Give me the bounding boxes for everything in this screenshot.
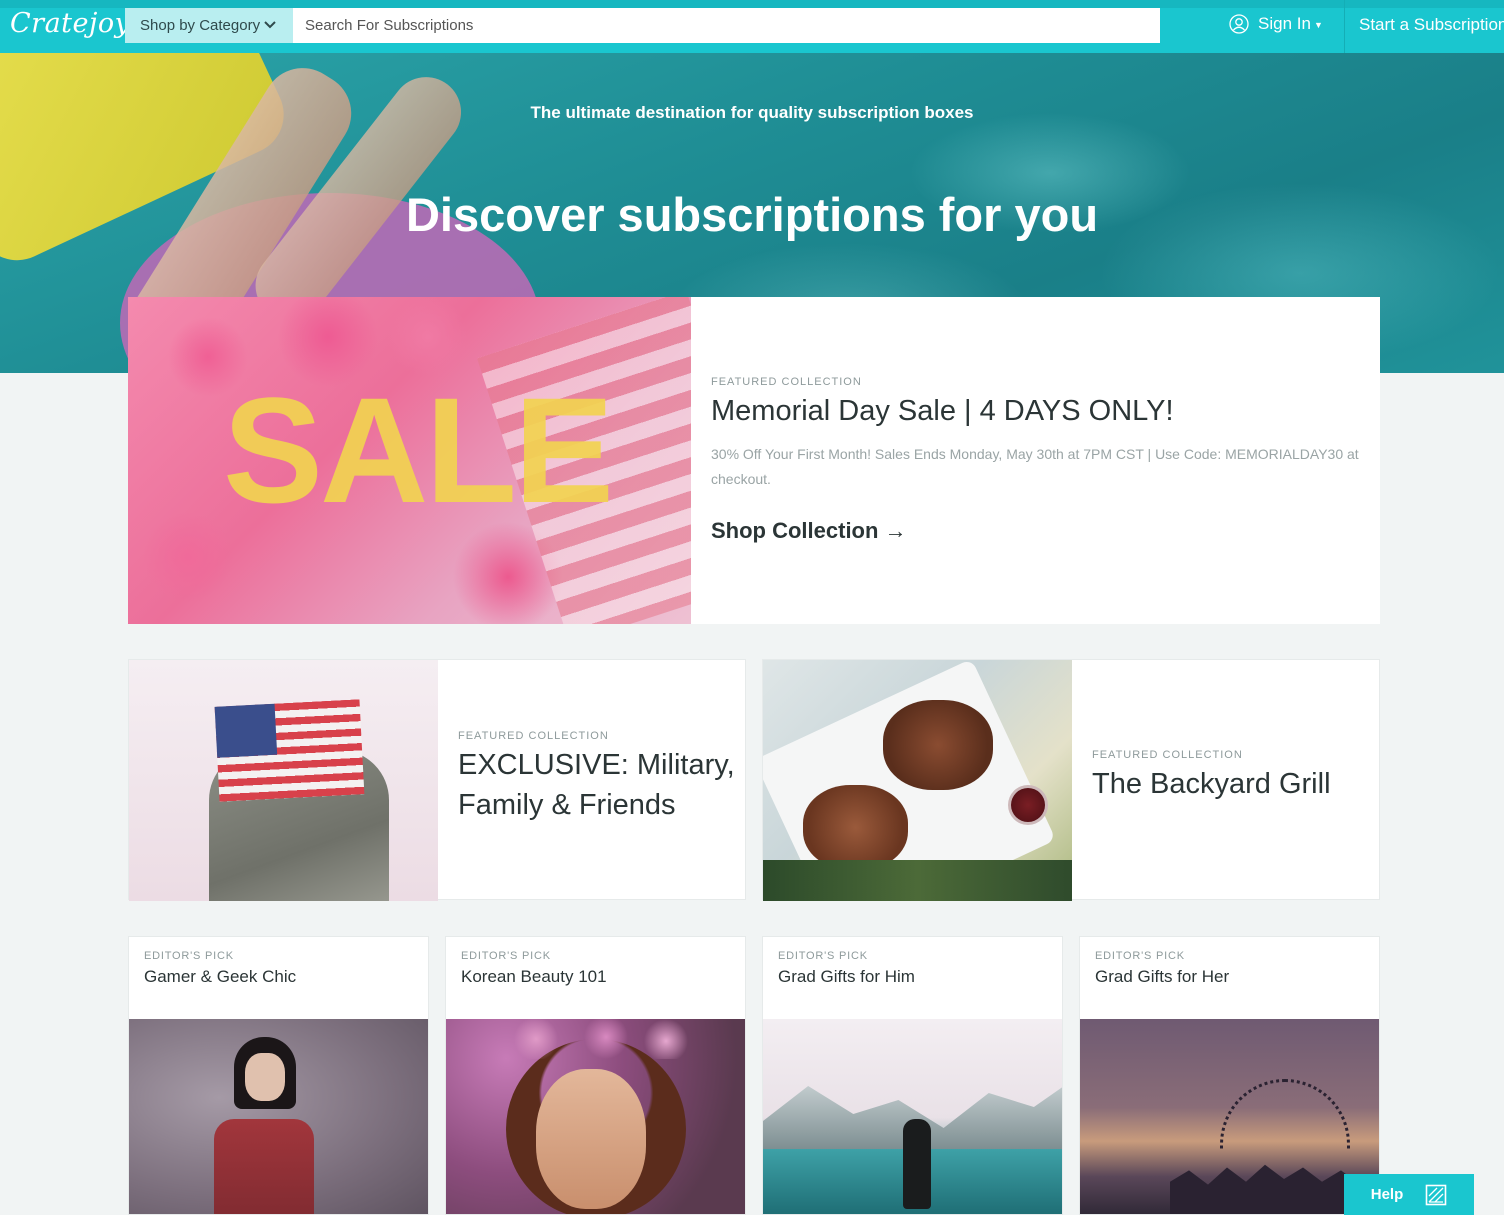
gamer-image — [129, 1019, 428, 1214]
backyard-grill-image — [763, 660, 1072, 901]
featured-title: Memorial Day Sale | 4 DAYS ONLY! — [711, 395, 1174, 427]
start-subscription-link[interactable]: Start a Subscription — [1359, 15, 1504, 35]
shop-collection-link[interactable]: Shop Collection → — [711, 518, 906, 544]
steak — [803, 785, 908, 870]
cratejoy-logo[interactable]: Cratejoy — [10, 8, 130, 39]
grad-her-image — [1080, 1019, 1379, 1214]
card-title: Grad Gifts for Him — [778, 967, 915, 986]
shop-by-category-dropdown[interactable]: Shop by Category — [125, 8, 293, 43]
help-button[interactable]: Help — [1344, 1174, 1474, 1215]
help-widget-icon — [1425, 1184, 1447, 1205]
card-eyebrow: EDITOR'S PICK — [144, 950, 234, 962]
steak — [883, 700, 993, 790]
card-eyebrow: EDITOR'S PICK — [1095, 950, 1185, 962]
editors-pick-card-korean-beauty[interactable]: EDITOR'S PICK Korean Beauty 101 — [445, 936, 746, 1215]
card-eyebrow: EDITOR'S PICK — [778, 950, 868, 962]
featured-collection-card-grill[interactable]: FEATURED COLLECTION The Backyard Grill — [762, 659, 1380, 901]
wine-glass — [1008, 785, 1048, 825]
hero-title: Discover subscriptions for you — [405, 188, 1099, 241]
user-icon — [1229, 14, 1249, 34]
card-eyebrow: FEATURED COLLECTION — [1092, 749, 1243, 761]
card-title: Korean Beauty 101 — [461, 967, 607, 986]
military-flag-image — [129, 660, 438, 901]
card-title: Grad Gifts for Her — [1095, 967, 1230, 986]
grad-him-image — [763, 1019, 1062, 1214]
nav-divider — [1344, 0, 1345, 53]
card-title: EXCLUSIVE: Military, Family & Friends — [458, 749, 735, 821]
top-nav: Cratejoy Shop by Category Sign In ▼ Star… — [0, 0, 1504, 53]
sign-in-menu[interactable]: Sign In ▼ — [1229, 14, 1323, 34]
editors-pick-card-grad-him[interactable]: EDITOR'S PICK Grad Gifts for Him — [762, 936, 1063, 1215]
us-flag — [214, 699, 365, 802]
memorial-day-sale-image: SALE — [128, 297, 691, 624]
arrow-right-icon: → — [884, 518, 907, 543]
featured-eyebrow: FEATURED COLLECTION — [711, 376, 862, 388]
hero-tagline: The ultimate destination for quality sub… — [530, 103, 974, 122]
help-label: Help — [1370, 1186, 1404, 1203]
card-eyebrow: EDITOR'S PICK — [461, 950, 551, 962]
featured-collection-card-main[interactable]: SALE FEATURED COLLECTION Memorial Day Sa… — [128, 297, 1380, 624]
chevron-down-icon — [264, 21, 276, 29]
shop-collection-label: Shop Collection — [711, 518, 879, 543]
sign-in-label: Sign In — [1258, 14, 1311, 33]
editors-pick-card-gamer[interactable]: EDITOR'S PICK Gamer & Geek Chic — [128, 936, 429, 1215]
editors-pick-card-grad-her[interactable]: EDITOR'S PICK Grad Gifts for Her — [1079, 936, 1380, 1215]
card-title: Gamer & Geek Chic — [144, 967, 297, 986]
grass — [763, 860, 1072, 901]
search-input[interactable] — [293, 8, 1160, 43]
card-title: The Backyard Grill — [1092, 768, 1331, 800]
sale-image-text: SALE — [223, 366, 614, 534]
card-eyebrow: FEATURED COLLECTION — [458, 730, 609, 742]
category-label: Shop by Category — [140, 17, 261, 34]
caret-down-icon: ▼ — [1313, 20, 1323, 30]
featured-collection-card-military[interactable]: FEATURED COLLECTION EXCLUSIVE: Military,… — [128, 659, 746, 901]
korean-beauty-image — [446, 1019, 745, 1214]
featured-description: 30% Off Your First Month! Sales Ends Mon… — [711, 446, 1359, 487]
nav-top-strip — [0, 0, 1504, 8]
